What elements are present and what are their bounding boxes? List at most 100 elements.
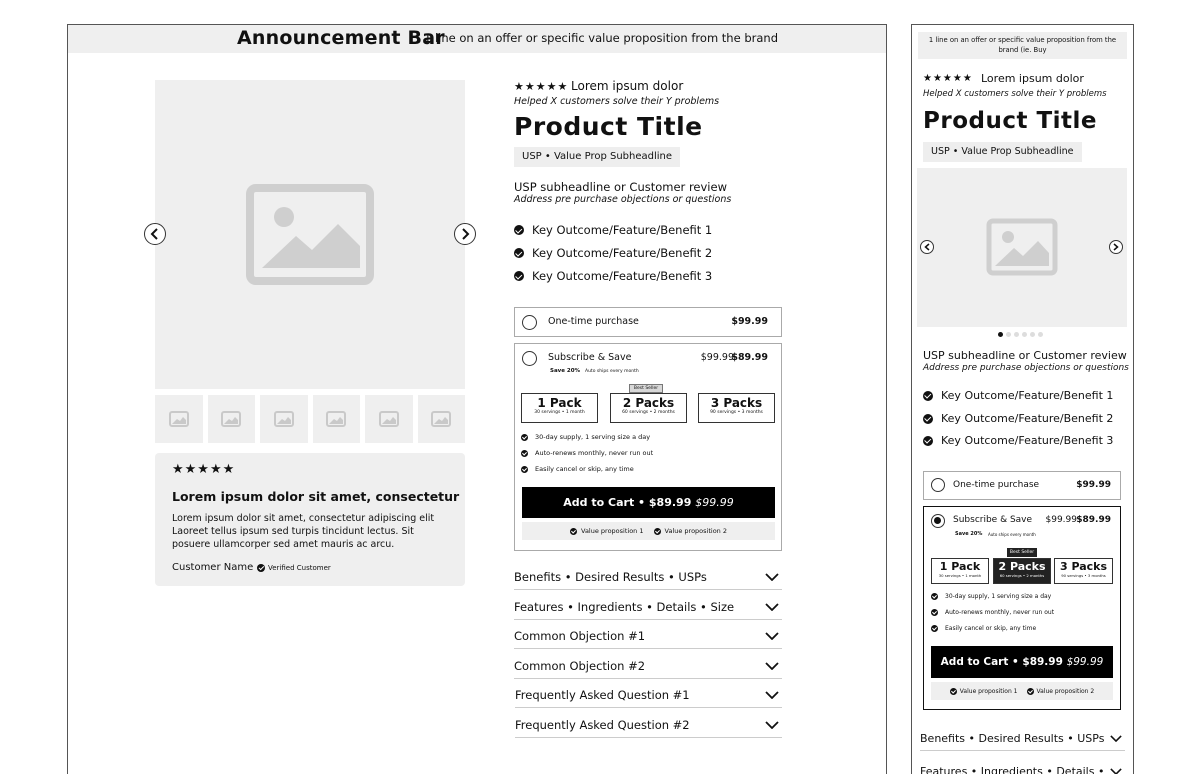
thumbnail[interactable] <box>207 395 255 443</box>
carousel-dot[interactable] <box>998 332 1003 337</box>
product-image-main[interactable] <box>917 168 1127 327</box>
accordion-item[interactable]: Common Objection #1 <box>514 623 782 649</box>
check-circle-icon <box>521 449 528 457</box>
thumbnail[interactable] <box>155 395 203 443</box>
accordion-item[interactable]: Common Objection #2 <box>514 653 782 679</box>
desktop-frame: Announcement Bar 1 line on an offer or s… <box>67 24 887 774</box>
value-prop: Value proposition 1 <box>570 527 644 535</box>
mobile-announcement-bar: 1 line on an offer or specific value pro… <box>918 32 1127 59</box>
accordion-label: Frequently Asked Question #2 <box>515 718 690 732</box>
announcement-bar: Announcement Bar 1 line on an offer or s… <box>68 25 886 53</box>
check-circle-icon <box>923 435 933 446</box>
pack-option-3[interactable]: 3 Packs 90 servings • 3 months <box>1054 558 1113 584</box>
rating-stars-icon: ★★★★★ <box>923 73 973 84</box>
value-prop: Value proposition 1 <box>949 687 1018 695</box>
point-label: 30-day supply, 1 serving size a day <box>535 433 651 441</box>
thumbnail[interactable] <box>260 395 308 443</box>
subscribe-save-option[interactable]: Subscribe & Save $99.99 $89.99 Save 20% … <box>923 506 1121 710</box>
accordion-item[interactable]: Frequently Asked Question #2 <box>515 712 782 738</box>
thumbnail[interactable] <box>312 395 360 443</box>
check-circle-icon <box>931 625 938 632</box>
chevron-right-icon <box>462 228 470 240</box>
image-placeholder-icon <box>378 411 399 427</box>
image-placeholder-icon <box>246 184 374 285</box>
check-circle-icon <box>931 593 938 600</box>
gallery-next-button[interactable] <box>1109 240 1123 254</box>
cart-label: Add to Cart • $89.99 <box>940 656 1063 668</box>
pack-option-2[interactable]: 2 Packs 60 servings • 2 months <box>993 558 1051 584</box>
thumbnail-strip <box>155 395 465 443</box>
carousel-dot[interactable] <box>1030 332 1035 337</box>
product-image-main[interactable] <box>155 80 465 389</box>
carousel-dot[interactable] <box>1022 332 1027 337</box>
check-circle-icon <box>514 248 524 258</box>
customer-name: Customer Name <box>172 562 254 573</box>
check-circle-icon <box>923 390 933 401</box>
radio-button[interactable] <box>522 315 537 330</box>
chevron-left-icon <box>150 228 158 240</box>
pack-option-3[interactable]: 3 Packs 90 servings • 3 months <box>698 393 775 423</box>
subscription-point: 30-day supply, 1 serving size a day <box>521 433 650 441</box>
accordion-label: Features • Ingredients • Details • Size <box>514 600 735 614</box>
rating-label: Lorem ipsum dolor <box>981 72 1084 85</box>
rating-stars-icon: ★★★★★ <box>514 80 569 93</box>
subscription-point: Auto-renews monthly, never run out <box>931 609 1054 616</box>
chevron-right-icon <box>1113 243 1119 251</box>
chevron-down-icon <box>1110 768 1122 774</box>
pack-title: 3 Packs <box>710 396 763 410</box>
thumbnail[interactable] <box>417 395 465 443</box>
subscription-point: 30-day supply, 1 serving size a day <box>931 593 1051 600</box>
check-circle-icon <box>521 465 528 473</box>
usp-headline: USP subheadline or Customer review <box>514 180 727 194</box>
gallery-prev-button[interactable] <box>144 223 166 245</box>
best-seller-badge: Best Seller <box>1007 548 1037 557</box>
save-label: Save 20% <box>955 531 983 537</box>
helped-customers-text: Helped X customers solve their Y problem… <box>514 96 720 107</box>
carousel-dot[interactable] <box>1006 332 1011 337</box>
pack-subtext: 30 servings • 1 month <box>534 410 585 415</box>
carousel-dot[interactable] <box>1014 332 1019 337</box>
gallery-prev-button[interactable] <box>920 240 934 254</box>
radio-button[interactable] <box>522 351 537 366</box>
value-prop-label: Value proposition 2 <box>1036 687 1095 695</box>
value-props-bar: Value proposition 1 Value proposition 2 <box>522 522 775 540</box>
product-title: Product Title <box>514 112 703 141</box>
accordion-item[interactable]: Benefits • Desired Results • USPs <box>514 564 782 590</box>
benefit-item: Key Outcome/Feature/Benefit 2 <box>923 412 1113 425</box>
accordion-item[interactable]: Features • Ingredients • Details • Size <box>920 761 1125 774</box>
benefit-label: Key Outcome/Feature/Benefit 1 <box>532 223 713 237</box>
value-prop-label: Value proposition 1 <box>959 687 1018 695</box>
add-to-cart-button[interactable]: Add to Cart • $89.99 $99.99 <box>931 646 1113 678</box>
image-placeholder-icon <box>221 411 242 427</box>
subscribe-save-option[interactable]: Subscribe & Save $99.99 $89.99 Save 20% … <box>514 343 782 551</box>
one-time-purchase-option[interactable]: One-time purchase $99.99 <box>923 471 1121 500</box>
helped-customers-text: Helped X customers solve their Y problem… <box>923 89 1107 99</box>
radio-button[interactable] <box>931 478 945 492</box>
radio-button-selected[interactable] <box>931 514 945 528</box>
check-circle-icon <box>949 687 957 695</box>
gallery-next-button[interactable] <box>454 223 476 245</box>
option-label: One-time purchase <box>548 316 639 327</box>
accordion-item[interactable]: Features • Ingredients • Details • Size <box>514 594 782 620</box>
usp-headline: USP subheadline or Customer review <box>923 349 1127 362</box>
option-label: Subscribe & Save <box>548 352 632 363</box>
benefit-item: Key Outcome/Feature/Benefit 1 <box>514 223 712 237</box>
accordion-item[interactable]: Benefits • Desired Results • USPs <box>920 728 1125 751</box>
one-time-purchase-option[interactable]: One-time purchase $99.99 <box>514 307 782 337</box>
accordion-label: Frequently Asked Question #1 <box>515 688 690 702</box>
announcement-text: 1 line on an offer or specific value pro… <box>424 31 778 45</box>
option-price: $89.99 <box>731 352 768 363</box>
thumbnail[interactable] <box>365 395 413 443</box>
accordion-item[interactable]: Frequently Asked Question #1 <box>515 682 782 708</box>
pack-option-2[interactable]: 2 Packs 60 servings • 2 months <box>610 393 687 423</box>
carousel-dot[interactable] <box>1038 332 1043 337</box>
chevron-down-icon <box>765 691 779 699</box>
add-to-cart-button[interactable]: Add to Cart • $89.99 $99.99 <box>522 487 775 518</box>
old-price: $99.99 <box>1045 515 1078 525</box>
option-price: $99.99 <box>1076 480 1111 490</box>
pack-option-1[interactable]: 1 Pack 30 servings • 1 month <box>521 393 598 423</box>
cart-old-price: $99.99 <box>1066 656 1104 668</box>
check-circle-icon <box>931 609 938 616</box>
pack-option-1[interactable]: 1 Pack 30 servings • 1 month <box>931 558 989 584</box>
check-circle-icon <box>923 413 933 424</box>
